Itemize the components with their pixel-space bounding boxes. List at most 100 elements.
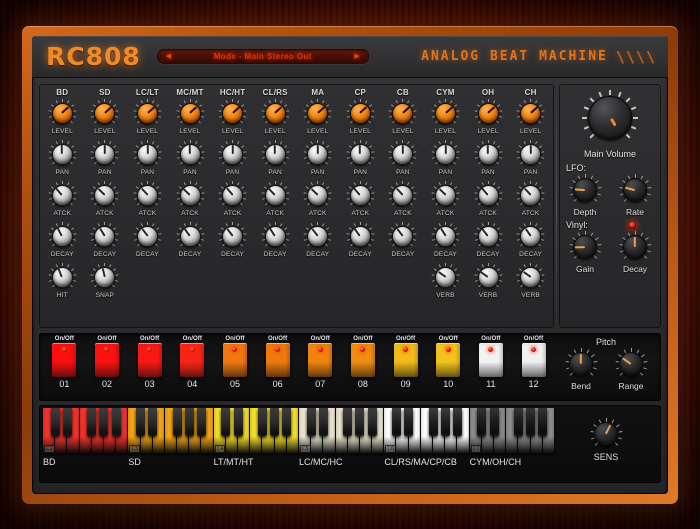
mode-selector[interactable]: ◀ Mode - Main Stereo Out ▶	[156, 49, 369, 64]
lc-lt-level-knob[interactable]	[133, 99, 162, 127]
piano-black-key[interactable]	[428, 408, 438, 436]
ma-decay-knob[interactable]	[303, 222, 332, 250]
piano-black-key[interactable]	[257, 408, 267, 436]
pad-button-07[interactable]	[308, 343, 333, 377]
piano-black-key[interactable]	[99, 408, 109, 436]
cl-rs-atck-knob[interactable]	[261, 181, 290, 209]
pad-onoff-label[interactable]: On/Off	[396, 336, 415, 342]
oh-level-knob[interactable]	[474, 99, 502, 127]
ch-level-knob[interactable]	[516, 99, 545, 127]
lfo-rate-knob[interactable]	[619, 174, 651, 206]
sd-decay-knob[interactable]	[90, 222, 119, 250]
piano-black-key[interactable]	[452, 408, 462, 436]
piano-black-key[interactable]	[526, 408, 536, 436]
cb-atck-knob[interactable]	[389, 181, 417, 209]
cb-level-knob[interactable]	[389, 99, 417, 127]
lc-lt-pan-knob[interactable]	[133, 140, 162, 168]
pitch-range-knob[interactable]	[615, 348, 647, 380]
cb-pan-knob[interactable]	[389, 140, 417, 168]
pad-onoff-label[interactable]: On/Off	[268, 336, 287, 342]
cl-rs-decay-knob[interactable]	[261, 222, 290, 250]
piano-black-key[interactable]	[392, 408, 402, 436]
ch-verb-knob[interactable]	[516, 263, 545, 291]
pad-onoff-label[interactable]: On/Off	[524, 336, 543, 342]
piano-black-key[interactable]	[148, 408, 158, 436]
mc-mt-decay-knob[interactable]	[176, 222, 204, 250]
piano-black-key[interactable]	[367, 408, 377, 436]
piano-black-key[interactable]	[172, 408, 182, 436]
oh-verb-knob[interactable]	[474, 263, 502, 291]
lc-lt-atck-knob[interactable]	[133, 181, 162, 209]
pad-button-11[interactable]	[478, 343, 503, 377]
piano-black-key[interactable]	[404, 408, 414, 436]
ma-atck-knob[interactable]	[303, 181, 332, 209]
piano-black-key[interactable]	[196, 408, 206, 436]
pad-onoff-label[interactable]: On/Off	[439, 336, 458, 342]
pitch-bend-knob[interactable]	[565, 348, 597, 380]
piano-black-key[interactable]	[440, 408, 450, 436]
sens-knob[interactable]	[590, 418, 622, 450]
sd-atck-knob[interactable]	[90, 181, 119, 209]
piano-black-key[interactable]	[184, 408, 194, 436]
pad-button-12[interactable]	[521, 343, 546, 377]
piano-black-key[interactable]	[87, 408, 97, 436]
ch-atck-knob[interactable]	[516, 181, 545, 209]
cp-pan-knob[interactable]	[346, 140, 375, 168]
bd-atck-knob[interactable]	[48, 181, 77, 209]
pad-onoff-label[interactable]: On/Off	[183, 336, 202, 342]
piano-black-key[interactable]	[50, 408, 60, 436]
oh-atck-knob[interactable]	[474, 181, 502, 209]
cym-atck-knob[interactable]	[431, 181, 460, 209]
pad-button-01[interactable]	[52, 343, 77, 377]
piano-black-key[interactable]	[233, 408, 243, 436]
bd-decay-knob[interactable]	[48, 222, 77, 250]
lc-lt-decay-knob[interactable]	[133, 222, 162, 250]
sd-snap-knob[interactable]	[90, 263, 119, 291]
pad-onoff-label[interactable]: On/Off	[225, 336, 244, 342]
piano-black-key[interactable]	[111, 408, 121, 436]
pad-button-03[interactable]	[137, 343, 162, 377]
sd-pan-knob[interactable]	[90, 140, 119, 168]
pad-onoff-label[interactable]: On/Off	[140, 336, 159, 342]
mc-mt-atck-knob[interactable]	[176, 181, 204, 209]
ch-decay-knob[interactable]	[516, 222, 545, 250]
pad-button-08[interactable]	[350, 343, 375, 377]
cp-decay-knob[interactable]	[346, 222, 375, 250]
cym-level-knob[interactable]	[431, 99, 460, 127]
piano-black-key[interactable]	[136, 408, 146, 436]
pad-onoff-label[interactable]: On/Off	[353, 336, 372, 342]
piano-black-key[interactable]	[477, 408, 487, 436]
hc-ht-pan-knob[interactable]	[218, 140, 247, 168]
cym-verb-knob[interactable]	[431, 263, 460, 291]
pad-onoff-label[interactable]: On/Off	[97, 336, 116, 342]
vinyl-decay-knob[interactable]	[619, 231, 651, 263]
pad-button-06[interactable]	[265, 343, 290, 377]
vinyl-led-indicator[interactable]	[629, 221, 636, 229]
cb-decay-knob[interactable]	[389, 222, 417, 250]
piano-black-key[interactable]	[318, 408, 328, 436]
pad-button-09[interactable]	[393, 343, 418, 377]
cl-rs-pan-knob[interactable]	[261, 140, 290, 168]
hc-ht-decay-knob[interactable]	[218, 222, 247, 250]
cym-pan-knob[interactable]	[431, 140, 460, 168]
mc-mt-level-knob[interactable]	[176, 99, 204, 127]
piano-black-key[interactable]	[270, 408, 280, 436]
piano-black-key[interactable]	[538, 408, 548, 436]
piano-black-key[interactable]	[221, 408, 231, 436]
cym-decay-knob[interactable]	[431, 222, 460, 250]
bd-level-knob[interactable]	[48, 99, 77, 127]
oh-decay-knob[interactable]	[474, 222, 502, 250]
lfo-depth-knob[interactable]	[569, 174, 601, 206]
piano-black-key[interactable]	[62, 408, 72, 436]
ma-level-knob[interactable]	[303, 99, 332, 127]
pad-button-02[interactable]	[94, 343, 119, 377]
sd-level-knob[interactable]	[90, 99, 119, 127]
piano-black-key[interactable]	[282, 408, 292, 436]
ma-pan-knob[interactable]	[303, 140, 332, 168]
cp-atck-knob[interactable]	[346, 181, 375, 209]
bd-pan-knob[interactable]	[48, 140, 77, 168]
piano-black-key[interactable]	[343, 408, 353, 436]
vinyl-gain-knob[interactable]	[569, 231, 601, 263]
piano-black-key[interactable]	[489, 408, 499, 436]
piano-black-key[interactable]	[355, 408, 365, 436]
